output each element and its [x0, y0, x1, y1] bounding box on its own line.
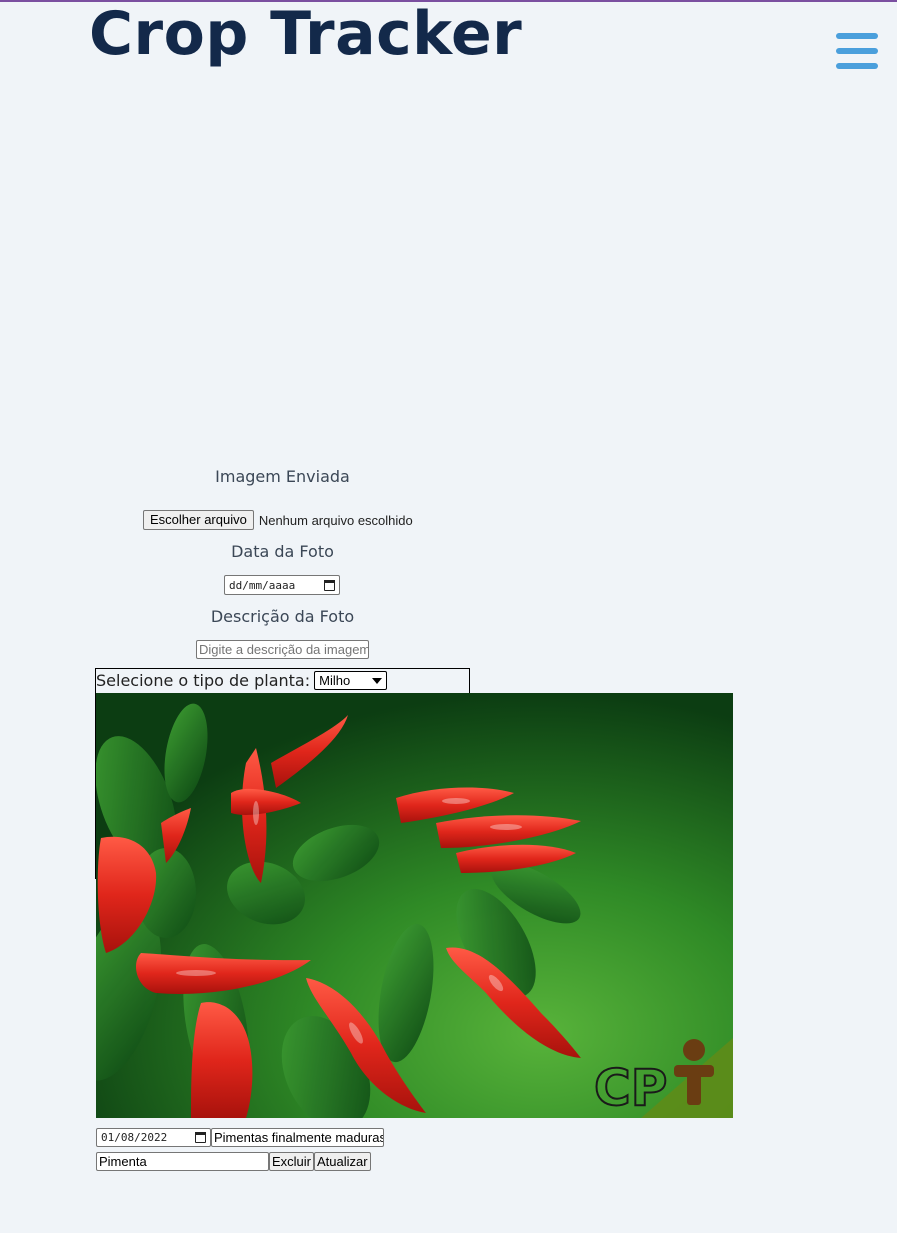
- calendar-icon[interactable]: [324, 579, 335, 591]
- photo-description-label: Descrição da Foto: [210, 607, 355, 626]
- file-upload-row: Escolher arquivo Nenhum arquivo escolhid…: [143, 510, 413, 530]
- update-button[interactable]: Atualizar: [314, 1152, 371, 1171]
- menu-bar: [836, 48, 878, 54]
- calendar-icon[interactable]: [195, 1132, 206, 1143]
- chevron-down-icon: [372, 677, 383, 684]
- photo-description-input[interactable]: Digite a descrição da imagem: [196, 640, 369, 659]
- plant-type-row: Selecione o tipo de planta: Milho: [96, 671, 388, 690]
- entry-date-input[interactable]: 01/08/2022: [96, 1128, 211, 1147]
- plant-type-selected: Milho: [319, 673, 351, 688]
- plant-type-select[interactable]: Milho: [314, 671, 388, 690]
- file-status-text: Nenhum arquivo escolhido: [258, 512, 413, 528]
- crop-photo: CP: [96, 693, 733, 1118]
- hamburger-menu-icon[interactable]: [836, 33, 878, 71]
- date-placeholder: dd/mm/aaaa: [229, 578, 296, 592]
- delete-button[interactable]: Excluir: [269, 1152, 315, 1171]
- svg-text:CP: CP: [594, 1059, 667, 1117]
- choose-file-button[interactable]: Escolher arquivo: [143, 510, 254, 530]
- photo-date-input[interactable]: dd/mm/aaaa: [224, 575, 340, 595]
- menu-bar: [836, 33, 878, 39]
- entry-actions: Excluir Atualizar: [269, 1152, 371, 1171]
- entry-date-value: 01/08/2022: [101, 1131, 168, 1144]
- photo-date-label: Data da Foto: [231, 542, 334, 561]
- entry-description-input[interactable]: Pimentas finalmente maduras: [211, 1128, 384, 1147]
- entry-plant-type-input[interactable]: Pimenta: [96, 1152, 269, 1171]
- plant-type-label: Selecione o tipo de planta:: [96, 671, 311, 690]
- image-upload-label: Imagem Enviada: [215, 467, 350, 486]
- menu-bar: [836, 63, 878, 69]
- page-title: Crop Tracker: [89, 0, 523, 69]
